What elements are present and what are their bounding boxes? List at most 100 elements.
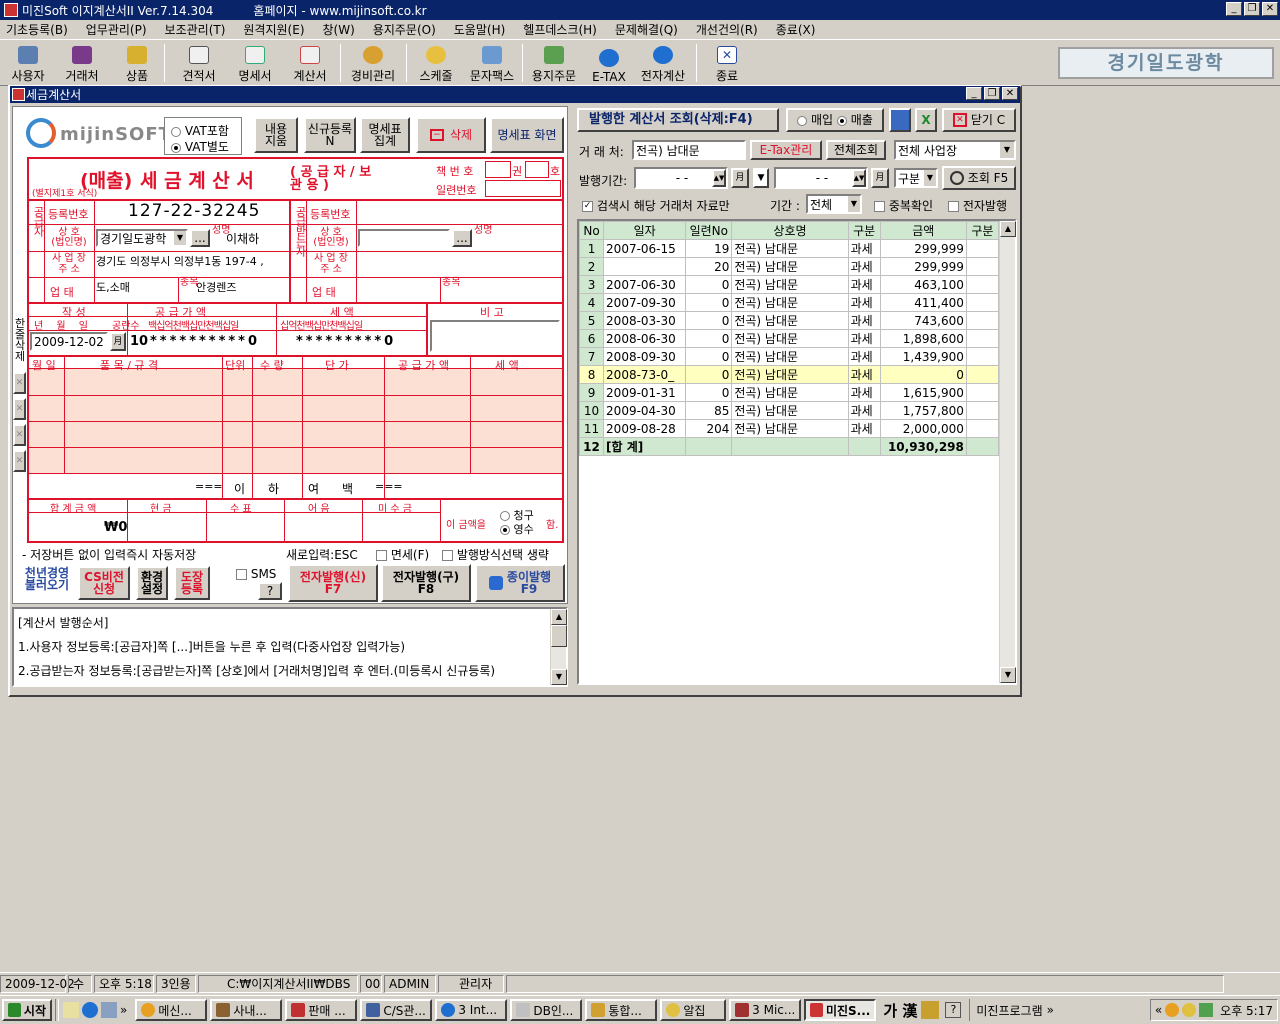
calendar-icon[interactable]: 月 bbox=[731, 168, 749, 188]
ime-indicator[interactable]: 가 漢 bbox=[883, 1000, 917, 1021]
grid-scrollbar[interactable]: ▲ ▼ bbox=[999, 221, 1016, 683]
help-icon[interactable]: ? bbox=[945, 1002, 962, 1018]
e-issue-old-button[interactable]: 전자발행(구) F8 bbox=[381, 564, 471, 602]
col-type[interactable]: 구분 bbox=[847, 221, 881, 240]
tray-messenger-icon[interactable] bbox=[1165, 1003, 1180, 1017]
toolbar-schedule-button[interactable]: 스케줄 bbox=[414, 42, 458, 84]
toolbar-product-button[interactable]: 상품 bbox=[118, 42, 156, 84]
table-row[interactable]: 1 2007-06-15 19 전곡) 남대문 과세 299,999 bbox=[579, 239, 1000, 258]
delete-row-2-button[interactable]: ✕ bbox=[13, 398, 26, 420]
tray-alzip-icon[interactable] bbox=[1182, 1003, 1197, 1017]
menu-window[interactable]: 창(W) bbox=[323, 21, 355, 38]
col-date[interactable]: 일자 bbox=[603, 221, 687, 240]
toolbar-paper-order-button[interactable]: 용지주문 bbox=[528, 42, 580, 84]
menu-suggestion[interactable]: 개선건의(R) bbox=[696, 21, 758, 38]
table-row[interactable]: 9 2009-01-31 0 전곡) 남대문 과세 1,615,900 bbox=[579, 383, 1000, 402]
new-register-button[interactable]: 신규등록 N bbox=[304, 117, 356, 153]
stamp-register-button[interactable]: 도장 등록 bbox=[174, 566, 210, 600]
ime-tool-icon[interactable] bbox=[921, 1001, 940, 1019]
table-row[interactable]: 4 2007-09-30 0 전곡) 남대문 과세 411,400 bbox=[579, 293, 1000, 312]
scroll-up-icon[interactable]: ▲ bbox=[551, 609, 567, 625]
table-row[interactable]: 2 20 전곡) 남대문 과세 299,999 bbox=[579, 257, 1000, 276]
toolbar-expense-button[interactable]: 경비관리 bbox=[346, 42, 400, 84]
term-select[interactable]: 전체 ▼ bbox=[806, 194, 862, 214]
serial-input[interactable] bbox=[485, 180, 561, 197]
delete-row-1-button[interactable]: ✕ bbox=[13, 372, 26, 394]
close-list-button[interactable]: ✕ 닫기 C bbox=[942, 108, 1016, 132]
restore-button[interactable]: ❐ bbox=[1244, 2, 1260, 16]
table-row[interactable]: 7 2008-09-30 0 전곡) 남대문 과세 1,439,900 bbox=[579, 347, 1000, 366]
toolbar-exit-button[interactable]: ✕ 종료 bbox=[708, 42, 746, 84]
table-row[interactable]: 3 2007-06-30 0 전곡) 남대문 과세 463,100 bbox=[579, 275, 1000, 294]
only-customer-checkbox[interactable]: ✓ 검색시 해당 거래처 자료만 bbox=[582, 197, 730, 214]
scroll-down-icon[interactable]: ▼ bbox=[551, 669, 567, 685]
skip-method-checkbox[interactable]: 발행방식선택 생략 bbox=[442, 546, 549, 563]
task-internet[interactable]: 3 Int... bbox=[435, 999, 508, 1021]
cheon-load-button[interactable]: 천년경영 불러오기 bbox=[20, 567, 74, 591]
toolbar-e-invoice-button[interactable]: 전자계산 bbox=[636, 42, 690, 84]
quicklaunch-app-icon[interactable] bbox=[101, 1002, 117, 1018]
period-start-spinner[interactable]: ▲▼ bbox=[712, 169, 726, 187]
excel-icon[interactable]: X bbox=[915, 108, 937, 132]
menu-basic[interactable]: 기초등록(B) bbox=[6, 21, 68, 38]
search-button[interactable]: 조회 F5 bbox=[942, 166, 1016, 190]
sms-checkbox[interactable]: SMS bbox=[236, 567, 276, 581]
dup-check-checkbox[interactable]: 중복확인 bbox=[874, 197, 933, 214]
chevron-left-icon[interactable]: « bbox=[1155, 1003, 1162, 1017]
table-row[interactable]: 6 2008-06-30 0 전곡) 남대문 과세 1,898,600 bbox=[579, 329, 1000, 348]
menu-help[interactable]: 도움말(H) bbox=[454, 21, 506, 38]
book-no-vol-input[interactable] bbox=[485, 161, 511, 178]
task-alzip[interactable]: 알집 bbox=[660, 999, 727, 1021]
delete-row-3-button[interactable]: ✕ bbox=[13, 424, 26, 446]
receipt-radio[interactable]: 영수 bbox=[500, 521, 534, 537]
task-messenger[interactable]: 메신... bbox=[135, 999, 208, 1021]
toolbar-etax-button[interactable]: E-TAX bbox=[588, 42, 630, 84]
chevron-right-icon[interactable]: » bbox=[120, 1003, 127, 1017]
sell-radio[interactable]: 매출 bbox=[836, 114, 873, 126]
quicklaunch-desktop-icon[interactable] bbox=[63, 1002, 79, 1018]
table-row[interactable]: 11 2009-08-28 204 전곡) 남대문 과세 2,000,000 bbox=[579, 419, 1000, 438]
table-row[interactable]: 10 2009-04-30 85 전곡) 남대문 과세 1,757,800 bbox=[579, 401, 1000, 420]
supplier-name-select[interactable]: 경기일도광학 ▼ bbox=[96, 229, 188, 247]
calendar-icon[interactable]: 月 bbox=[110, 332, 126, 351]
task-sales[interactable]: 판매 ... bbox=[285, 999, 358, 1021]
statement-sum-button[interactable]: 명세표 집계 bbox=[360, 117, 410, 153]
child-restore-button[interactable]: ❐ bbox=[984, 87, 1000, 100]
task-db[interactable]: DB인... bbox=[510, 999, 583, 1021]
task-microsoft[interactable]: 3 Mic... bbox=[729, 999, 802, 1021]
receiver-browse-button[interactable]: ... bbox=[452, 229, 472, 247]
receiver-name-input[interactable] bbox=[358, 229, 450, 247]
table-row[interactable]: 5 2008-03-30 0 전곡) 남대문 과세 743,600 bbox=[579, 311, 1000, 330]
scroll-thumb[interactable] bbox=[551, 625, 567, 647]
invoice-list-grid[interactable]: No 일자 일련No 상호명 구분 금액 구분 1 2007-06-15 19 전곡)… bbox=[577, 219, 1017, 685]
env-settings-button[interactable]: 환경 설정 bbox=[136, 566, 168, 600]
supplier-browse-button[interactable]: ... bbox=[190, 229, 210, 247]
toolbar-customer-button[interactable]: 거래처 bbox=[60, 42, 104, 84]
scroll-down-icon[interactable]: ▼ bbox=[1000, 667, 1016, 683]
toolbar-user-button[interactable]: 사용자 bbox=[8, 42, 48, 84]
customer-input[interactable]: 전곡) 남대문 bbox=[632, 140, 746, 160]
book-no-num-input[interactable] bbox=[525, 161, 549, 178]
task-integrated[interactable]: 통합... bbox=[585, 999, 658, 1021]
scroll-up-icon[interactable]: ▲ bbox=[1000, 221, 1016, 237]
calendar-icon[interactable]: 月 bbox=[871, 168, 889, 188]
minimize-button[interactable]: _ bbox=[1226, 2, 1242, 16]
db-icon[interactable] bbox=[889, 108, 911, 132]
menu-exit[interactable]: 종료(X) bbox=[776, 21, 816, 38]
task-cs[interactable]: C/S관... bbox=[360, 999, 433, 1021]
period-end-spinner[interactable]: ▲▼ bbox=[852, 169, 866, 187]
issue-date-input[interactable]: 2009-12-02 bbox=[30, 332, 108, 351]
chevron-right-icon[interactable]: » bbox=[1047, 1003, 1054, 1017]
guide-textarea[interactable]: [계산서 발행순서] 1.사용자 정보등록:[공급자]쪽 [...]버튼을 누른… bbox=[12, 607, 568, 687]
e-issue-new-button[interactable]: 전자발행(신) F7 bbox=[288, 564, 378, 602]
vat-separate-radio[interactable]: VAT별도 bbox=[171, 138, 229, 155]
sms-help-button[interactable]: ? bbox=[258, 582, 282, 600]
col-no[interactable]: No bbox=[579, 221, 605, 240]
tray-network-icon[interactable] bbox=[1199, 1003, 1214, 1017]
period-dropdown-icon[interactable]: ▼ bbox=[753, 168, 769, 188]
remark-input[interactable] bbox=[430, 320, 560, 352]
toolbar-invoice-button[interactable]: 계산서 bbox=[288, 42, 332, 84]
homepage-link[interactable]: 홈페이지 - www.mijinsoft.co.kr bbox=[253, 2, 426, 19]
clear-content-button[interactable]: 내용 지움 bbox=[254, 117, 298, 153]
tax-free-checkbox[interactable]: 면세(F) bbox=[376, 546, 429, 563]
